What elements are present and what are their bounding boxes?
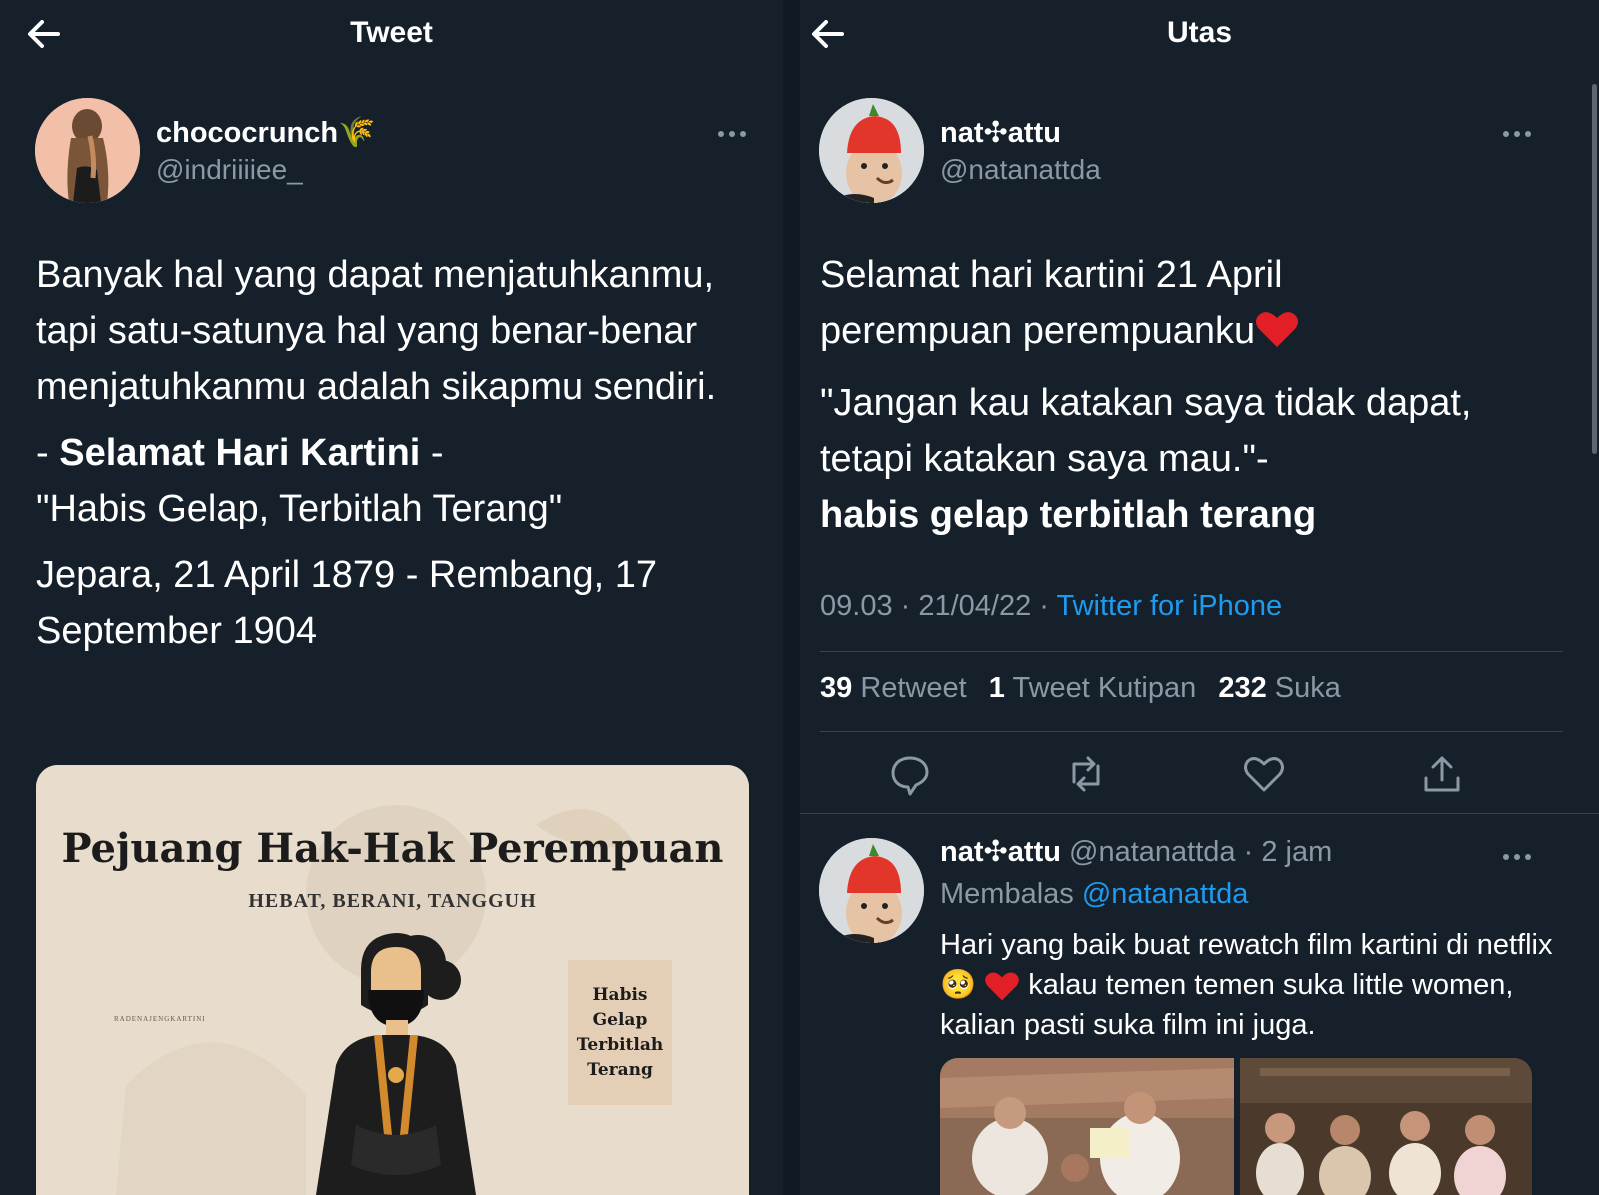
film-still-photo [1240, 1058, 1532, 1195]
separator [800, 813, 1599, 814]
retweet-label: Retweet [860, 672, 967, 704]
reply-time: 2 jam [1261, 836, 1333, 868]
retweet-icon [1072, 756, 1100, 792]
film-still-photo [940, 1058, 1234, 1195]
like-count-link[interactable]: 232 Suka [1218, 672, 1341, 704]
share-upload-icon [1424, 756, 1460, 792]
avatar-photo [819, 98, 924, 203]
panel-divider [783, 0, 800, 1195]
separator [820, 651, 1563, 652]
reply-image-1[interactable] [940, 1058, 1234, 1195]
reply-button[interactable] [886, 750, 934, 798]
tweet-source-link[interactable]: Twitter for iPhone [1057, 590, 1283, 622]
author-name[interactable]: chococrunch🌾 [156, 115, 375, 150]
poster-subtitle: HEBAT, BERANI, TANGGUH [248, 890, 537, 912]
poster-card-line: Habis [592, 985, 648, 1005]
tweet-quote: "Jangan kau katakan saya tidak dapat, te… [820, 382, 1472, 480]
reply-text: Hari yang baik buat rewatch film kartini… [940, 925, 1560, 1045]
tweet-line: - Selamat Hari Kartini - [36, 425, 756, 481]
more-horizontal-icon [718, 131, 746, 137]
tweet-meta: 09.03 · 21/04/22 · Twitter for iPhone [820, 590, 1282, 623]
avatar[interactable] [35, 98, 140, 203]
red-heart-emoji [1256, 312, 1299, 347]
tweet-paragraph: Banyak hal yang dapat menjatuhkanmu, tap… [36, 254, 717, 408]
like-button[interactable] [1240, 750, 1288, 798]
replying-to-link[interactable]: @natanattda [1082, 878, 1249, 910]
meta-dot: · [1235, 836, 1262, 868]
tweet-line: Selamat hari kartini 21 April [820, 254, 1283, 296]
left-header: Tweet [0, 0, 783, 70]
avatar[interactable] [819, 98, 924, 203]
heart-icon [1244, 757, 1284, 792]
reply-text-part: Hari yang baik buat rewatch film kartini… [940, 929, 1553, 961]
poster-side-text: RADENAJENGKARTINI [114, 1015, 206, 1023]
quote-label: Tweet Kutipan [1012, 672, 1197, 704]
tweet-line-text: perempuan perempuanku [820, 310, 1256, 352]
more-button[interactable] [717, 120, 747, 140]
author-handle[interactable]: @natanattda [940, 154, 1101, 186]
meta-dot: · [1031, 590, 1057, 622]
tweet-dates: Jepara, 21 April 1879 - Rembang, 17 Sept… [36, 554, 658, 652]
more-button[interactable] [1502, 843, 1532, 863]
speech-bubble-icon [891, 756, 929, 796]
more-horizontal-icon [1503, 854, 1531, 860]
author-name[interactable]: nat✣attu [940, 115, 1061, 150]
dash-suffix: - [420, 432, 444, 474]
quote-count-link[interactable]: 1 Tweet Kutipan [989, 672, 1196, 704]
retweet-button[interactable] [1062, 750, 1110, 798]
reply-header: nat✣attu @natanattda · 2 jam [940, 834, 1332, 869]
page-title: Utas [1166, 16, 1233, 49]
author-handle[interactable]: @indriiiiee_ [156, 154, 303, 186]
right-thread-panel: Utas nat✣attu @natanattda Selamat hari k… [800, 0, 1599, 1195]
scrollbar[interactable] [1592, 84, 1597, 454]
tweet-line: perempuan perempuanku [820, 303, 1560, 359]
poster-card-line: Terang [587, 1060, 653, 1080]
avatar-illustration [35, 98, 140, 203]
replying-label: Membalas [940, 878, 1074, 910]
tweet-time: 09.03 [820, 590, 893, 622]
share-button[interactable] [1418, 750, 1466, 798]
tweet-image[interactable]: Pejuang Hak-Hak Perempuan HEBAT, BERANI,… [36, 765, 749, 1195]
tweet-date: 21/04/22 [918, 590, 1032, 622]
left-tweet-panel: Tweet chococrunch🌾 @indriiiiee_ Banyak h… [0, 0, 783, 1195]
retweet-count-link[interactable]: 39 Retweet [820, 672, 967, 704]
red-heart-emoji [985, 972, 1019, 1001]
poster-card-line: Terbitlah [576, 1035, 664, 1055]
bold-greeting: Selamat Hari Kartini [59, 432, 421, 474]
more-button[interactable] [1502, 120, 1532, 140]
page-title: Tweet [350, 16, 433, 49]
avatar-photo [819, 838, 924, 943]
reply-author-handle[interactable]: @natanattda [1069, 836, 1236, 868]
meta-dot: · [892, 590, 919, 622]
more-horizontal-icon [1503, 131, 1531, 137]
like-count: 232 [1218, 672, 1267, 704]
replying-to: Membalas @natanattda [940, 878, 1248, 911]
avatar[interactable] [819, 838, 924, 943]
poster-card: Habis Gelap Terbitlah Terang [568, 983, 672, 1083]
author-name-text: chococrunch [156, 117, 339, 149]
pleading-face-emoji: 🥺 [940, 969, 977, 1001]
quote-count: 1 [988, 672, 1005, 704]
dash-prefix: - [36, 432, 60, 474]
right-header: Utas [800, 0, 1599, 70]
like-label: Suka [1274, 672, 1341, 704]
tweet-stats: 39 Retweet 1 Tweet Kutipan 232 Suka [820, 672, 1341, 705]
reply-author-name[interactable]: nat✣attu [940, 836, 1061, 868]
tweet-bold-line: habis gelap terbitlah terang [820, 494, 1317, 536]
separator [820, 731, 1563, 732]
poster-title: Pejuang Hak-Hak Perempuan [61, 825, 724, 872]
tweet-text: Banyak hal yang dapat menjatuhkanmu, tap… [36, 247, 756, 659]
rice-emoji: 🌾 [338, 116, 376, 149]
reply-image-2[interactable] [1240, 1058, 1532, 1195]
reply-text-part: kalau temen temen suka little women, kal… [940, 969, 1514, 1041]
tweet-text: Selamat hari kartini 21 April perempuan … [820, 247, 1560, 543]
poster-card-line: Gelap [592, 1010, 648, 1030]
retweet-count: 39 [820, 672, 853, 704]
tweet-quote-line: "Habis Gelap, Terbitlah Terang" [36, 488, 563, 530]
